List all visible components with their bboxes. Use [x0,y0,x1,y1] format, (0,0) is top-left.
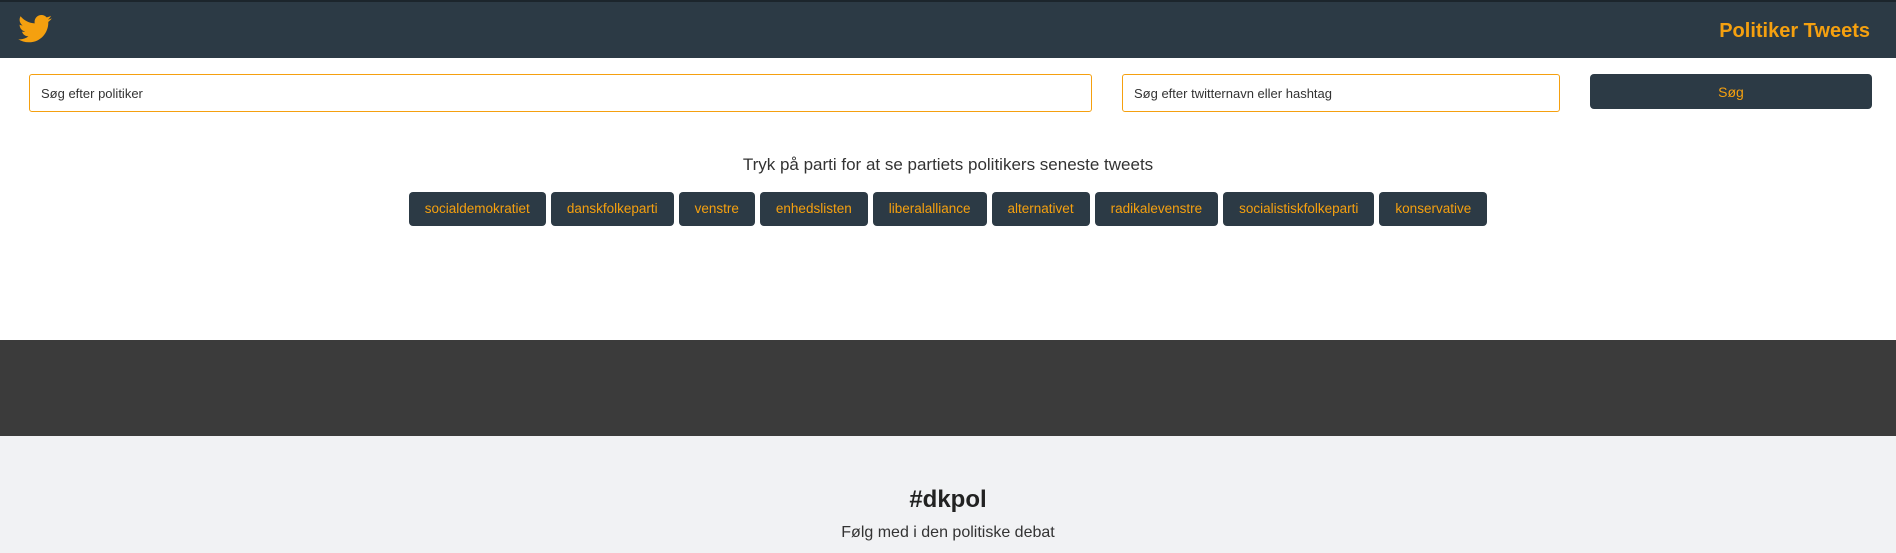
dark-divider-band [0,340,1896,436]
top-navbar: Politiker Tweets [0,0,1896,58]
hashtag-heading: #dkpol [909,486,987,513]
party-button-liberalalliance[interactable]: liberalalliance [872,192,987,226]
party-button-venstre[interactable]: venstre [678,192,755,226]
hero-footer: #dkpol Følg med i den politiske debat [0,436,1896,553]
party-button-socialistiskfolkeparti[interactable]: socialistiskfolkeparti [1223,192,1375,226]
party-prompt: Tryk på parti for at se partiets politik… [742,155,1154,174]
party-button-radikalevenstre[interactable]: radikalevenstre [1094,192,1219,226]
search-button[interactable]: Søg [1590,74,1872,109]
brand-title[interactable]: Politiker Tweets [1719,20,1870,43]
party-button-group: socialdemokratiet danskfolkeparti venstr… [0,192,1896,226]
party-button-socialdemokratiet[interactable]: socialdemokratiet [408,192,546,226]
politician-search-input[interactable] [29,74,1092,112]
twitter-bird-icon[interactable] [18,15,52,43]
party-button-alternativet[interactable]: alternativet [991,192,1090,226]
hero-subtitle: Følg med i den politiske debat [841,524,1055,541]
handle-search-input[interactable] [1122,74,1560,112]
party-button-enhedslisten[interactable]: enhedslisten [759,192,868,226]
party-button-danskfolkeparti[interactable]: danskfolkeparti [550,192,674,226]
party-button-konservative[interactable]: konservative [1379,192,1488,226]
search-bar: Søg [0,58,1896,118]
